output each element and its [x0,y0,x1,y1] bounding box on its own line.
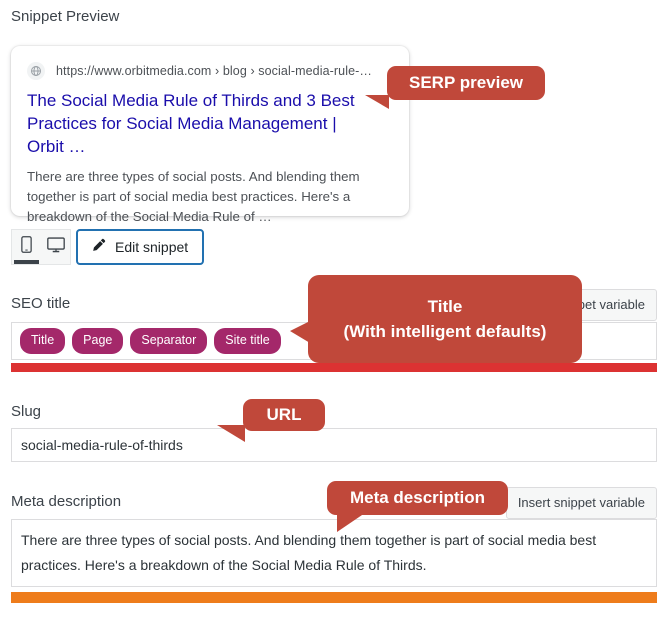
desktop-preview-button[interactable] [41,230,70,264]
seo-title-progress-bar [11,363,657,372]
callout-url-label: URL [266,405,302,424]
token-pill-title[interactable]: Title [20,328,66,354]
callout-tail [290,321,310,343]
meta-description-insert-snippet-variable-button[interactable]: Insert snippet variable [505,487,657,519]
callout-tail [337,513,365,532]
serp-url: https://www.orbitmedia.com › blog › soci… [56,64,373,78]
globe-icon [27,62,45,80]
slug-input[interactable]: social-media-rule-of-thirds [11,428,657,462]
device-preview-toggle[interactable] [11,229,71,265]
token-pill-page[interactable]: Page [72,328,124,354]
meta-description-progress-fill [11,592,657,603]
meta-description-progress-bar [11,592,657,603]
snippet-editor-page: Snippet Preview https://www.orbitmedia.c… [0,0,668,620]
token-pill-separator[interactable]: Separator [130,328,208,354]
mobile-preview-button[interactable] [12,230,41,264]
callout-title: Title (With intelligent defaults) [290,275,582,363]
callout-tail [365,95,389,109]
token-pill-site-title[interactable]: Site title [214,328,281,354]
serp-description: There are three types of social posts. A… [27,169,360,224]
meta-description-label: Meta description [11,493,122,510]
serp-title-link[interactable]: The Social Media Rule of Thirds and 3 Be… [27,89,377,158]
callout-title-sublabel: (With intelligent defaults) [343,322,547,341]
serp-url-row: https://www.orbitmedia.com › blog › soci… [27,60,393,82]
mobile-phone-icon [21,236,32,258]
desktop-monitor-icon [46,236,65,258]
page-title: Snippet Preview [11,8,120,25]
callout-meta-description: Meta description [327,481,508,532]
edit-snippet-button[interactable]: Edit snippet [76,229,205,265]
meta-description-input[interactable]: There are three types of social posts. A… [11,519,657,587]
seo-title-label: SEO title [11,295,71,312]
callout-serp-preview-label: SERP preview [408,73,524,92]
edit-snippet-label: Edit snippet [115,239,189,255]
serp-preview-card[interactable]: https://www.orbitmedia.com › blog › soci… [11,46,409,224]
pencil-icon [91,238,106,256]
callout-serp-preview: SERP preview [365,66,545,109]
seo-title-progress-fill [11,363,657,372]
callout-title-label: Title [427,297,463,316]
callout-url: URL [217,399,325,442]
slug-label: Slug [11,403,42,420]
callout-tail [217,425,245,442]
callout-meta-description-label: Meta description [349,488,486,507]
